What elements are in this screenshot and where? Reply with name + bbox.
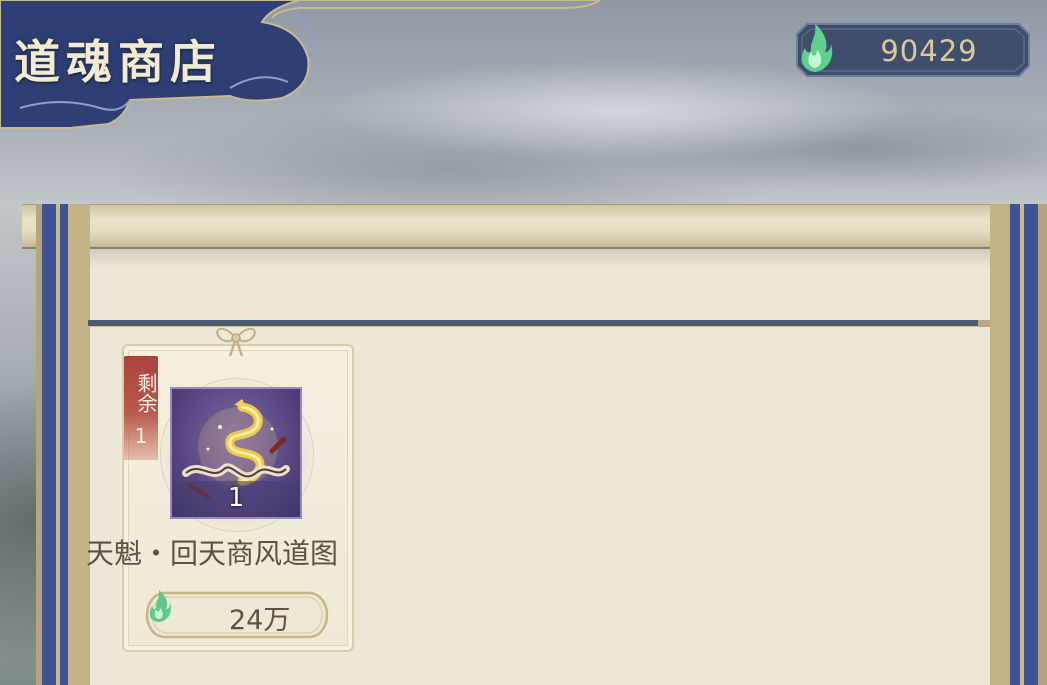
currency-display: 90429 [795, 22, 1031, 78]
soul-flame-icon [149, 590, 171, 622]
scroll-left-border [36, 204, 90, 685]
scroll-right-border [990, 204, 1047, 685]
soul-flame-icon [801, 24, 833, 72]
scroll-top-rod [22, 204, 1047, 249]
divider-end-cap [978, 320, 990, 327]
remaining-label: 剩余 [134, 373, 158, 413]
currency-amount: 90429 [880, 34, 978, 68]
buy-price-button[interactable]: 24万 [145, 589, 329, 641]
price-value: 24万 [229, 605, 291, 636]
item-quantity: 1 [227, 483, 245, 513]
knot-ornament-icon [216, 327, 256, 357]
remaining-count: 1 [134, 424, 148, 448]
item-name: 天魁・回天商风道图 [86, 537, 339, 570]
page-title: 道魂商店 [14, 35, 222, 89]
title-banner: 道魂商店 [0, 0, 602, 132]
item-icon-slot[interactable]: 1 [170, 387, 302, 519]
scroll-shadow [90, 246, 990, 268]
